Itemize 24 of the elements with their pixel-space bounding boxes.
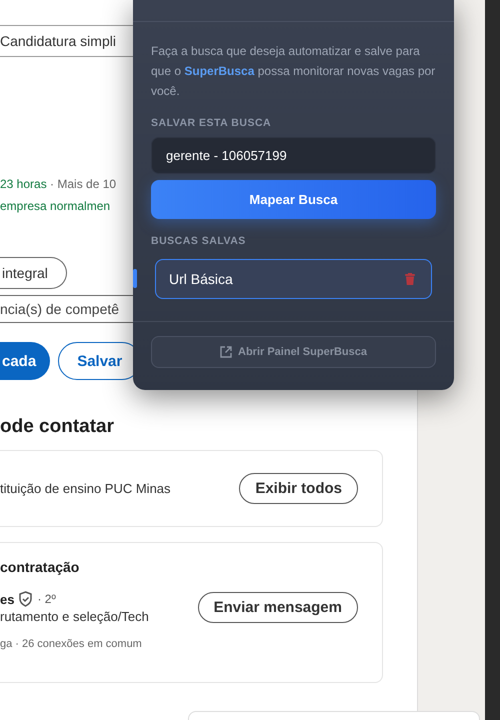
verified-shield-icon — [18, 591, 34, 607]
section-label: BUSCAS SALVAS — [151, 235, 247, 247]
posted-info: 23 horas · Mais de 10 — [0, 177, 116, 191]
response-note: empresa normalmen — [0, 199, 110, 213]
card-title: contratação — [0, 559, 80, 575]
popup-description: Faça a busca que deseja automatizar e salve para que o SuperBusca possa monitorar novas vagas por você. — [151, 43, 436, 100]
section-heading: ode contatar — [0, 416, 114, 438]
apply-button[interactable]: cada — [0, 342, 50, 380]
selection-indicator — [133, 269, 137, 288]
external-link-icon — [220, 346, 232, 358]
job-type-tag: integral — [0, 257, 67, 289]
skills-match-tag: ncia(s) de competê — [0, 295, 133, 323]
mutual-connections: ga · 26 conexões em comum — [0, 638, 143, 650]
message-button[interactable]: Enviar mensagem — [198, 592, 358, 623]
connection-degree: · 2º — [37, 592, 56, 606]
school-text: tituição de ensino PUC Minas — [0, 481, 171, 496]
map-search-button[interactable]: Mapear Busca — [151, 180, 436, 219]
show-all-button[interactable]: Exibir todos — [239, 473, 358, 504]
saved-search-name: Url Básica — [169, 271, 233, 287]
person-role: rutamento e seleção/Tech — [0, 609, 149, 624]
trash-icon[interactable] — [405, 273, 415, 285]
person-name[interactable]: es — [0, 592, 14, 606]
section-label: SALVAR ESTA BUSCA — [151, 117, 272, 129]
search-name-field[interactable]: gerente - 106057199 — [151, 137, 436, 174]
